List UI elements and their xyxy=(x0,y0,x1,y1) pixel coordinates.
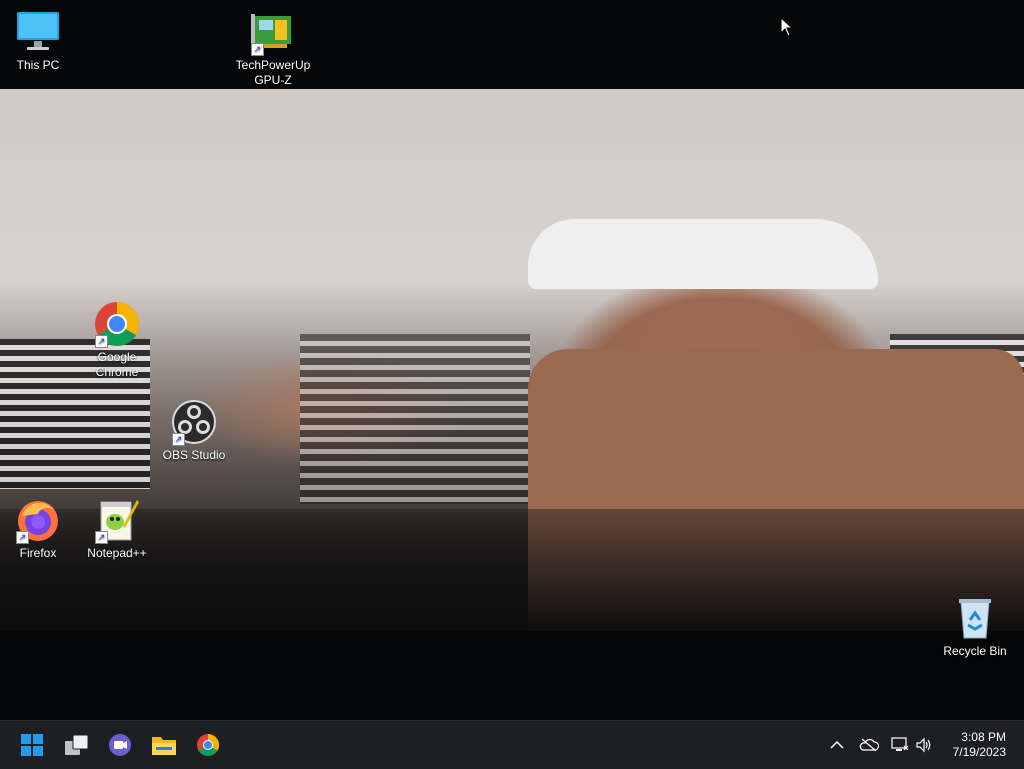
desktop-icon-label-line2: Chrome xyxy=(95,365,139,379)
onedrive-offline-icon[interactable] xyxy=(859,735,879,755)
system-clock[interactable]: 3:08 PM 7/19/2023 xyxy=(953,730,1006,760)
desktop-icon-recycle-bin[interactable]: Recycle Bin xyxy=(937,594,1013,659)
teams-chat-button[interactable] xyxy=(104,729,136,761)
desktop-icon-label: Recycle Bin xyxy=(943,644,1007,658)
obs-icon: ↗ xyxy=(170,398,218,446)
shortcut-arrow-icon: ↗ xyxy=(172,433,185,446)
start-icon xyxy=(21,734,43,756)
desktop-icon-label: Notepad++ xyxy=(87,546,147,560)
firefox-icon: ↗ xyxy=(14,496,62,544)
desktop-icon-label-line2: GPU-Z xyxy=(254,73,292,87)
teams-chat-icon xyxy=(109,734,131,756)
chrome-icon xyxy=(197,734,219,756)
chevron-up-icon[interactable] xyxy=(827,735,847,755)
wallpaper-blinds-middle xyxy=(300,334,530,504)
start-button[interactable] xyxy=(16,729,48,761)
notepad-plus-plus-icon: ↗ xyxy=(93,496,141,544)
desktop-icon-label: OBS Studio xyxy=(162,448,226,462)
desktop-icon-label: This PC xyxy=(16,58,60,72)
desktop-icon-label-line1: Google xyxy=(97,350,137,364)
shortcut-arrow-icon: ↗ xyxy=(251,43,264,56)
shortcut-arrow-icon: ↗ xyxy=(16,531,29,544)
task-view-icon xyxy=(65,734,89,755)
chrome-taskbar-button[interactable] xyxy=(192,729,224,761)
clock-time: 3:08 PM xyxy=(961,730,1006,744)
task-view-button[interactable] xyxy=(61,729,93,761)
chrome-icon: ↗ xyxy=(93,300,141,348)
desktop-icon-google-chrome[interactable]: ↗ Google Chrome xyxy=(79,300,155,380)
wallpaper-cap xyxy=(528,219,878,289)
recycle-bin-icon xyxy=(951,594,999,642)
clock-date: 7/19/2023 xyxy=(952,745,1006,759)
desktop-icon-obs-studio[interactable]: ↗ OBS Studio xyxy=(156,398,232,463)
gpu-z-icon: ↗ xyxy=(249,8,297,56)
desktop-icon-firefox[interactable]: ↗ Firefox xyxy=(0,496,76,561)
network-icon[interactable] xyxy=(890,735,910,755)
mouse-cursor-icon xyxy=(780,16,794,42)
monitor-icon xyxy=(14,8,62,56)
desktop-icon-notepad-plus-plus[interactable]: ↗ Notepad++ xyxy=(79,496,155,561)
desktop-icon-this-pc[interactable]: This PC xyxy=(0,8,76,73)
volume-icon[interactable] xyxy=(914,735,934,755)
taskbar: 3:08 PM 7/19/2023 xyxy=(0,720,1024,769)
shortcut-arrow-icon: ↗ xyxy=(95,335,108,348)
desktop-icon-label: Firefox xyxy=(19,546,57,560)
desktop-icon-gpu-z[interactable]: ↗ TechPowerUp GPU-Z xyxy=(235,8,311,88)
desktop-icon-label-line1: TechPowerUp xyxy=(235,58,311,72)
file-explorer-button[interactable] xyxy=(148,729,180,761)
file-explorer-icon xyxy=(152,737,176,755)
shortcut-arrow-icon: ↗ xyxy=(95,531,108,544)
